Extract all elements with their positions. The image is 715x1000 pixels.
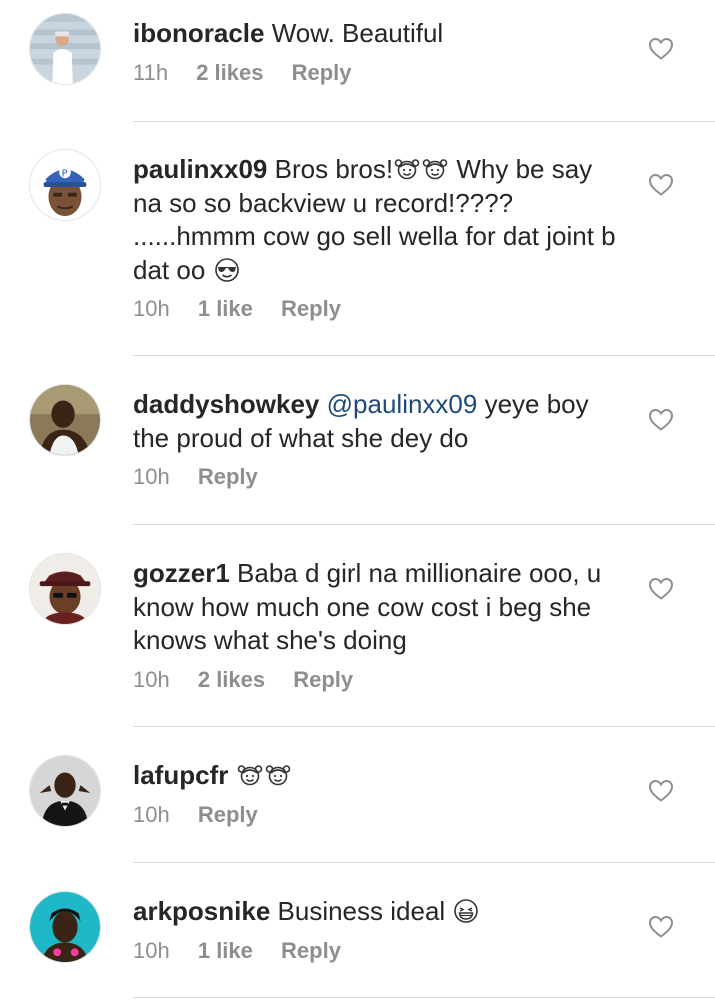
sunglasses-emoji-icon	[214, 257, 240, 283]
heart-outline-icon[interactable]	[648, 173, 674, 197]
timestamp: 10h	[133, 937, 170, 963]
divider	[133, 997, 715, 998]
username[interactable]: paulinxx09	[133, 154, 267, 184]
comment-text: gozzer1 Baba d girl na millionaire ooo, …	[133, 558, 602, 655]
comment-meta: 10h 1 like Reply	[133, 937, 623, 965]
timestamp: 10h	[133, 296, 170, 321]
comment-text: daddyshowkey @paulinxx09 yeye boy the pr…	[133, 389, 589, 453]
girl-emoji-icon	[394, 156, 420, 182]
reply-button[interactable]: Reply	[293, 667, 353, 692]
heart-outline-icon[interactable]	[648, 779, 674, 803]
avatar[interactable]	[29, 755, 101, 827]
username[interactable]: lafupcfr	[133, 760, 228, 790]
username[interactable]: gozzer1	[133, 558, 230, 588]
comment-text: ibonoracle Wow. Beautiful	[133, 18, 444, 48]
avatar[interactable]	[29, 553, 101, 625]
divider	[133, 726, 715, 727]
likes-count[interactable]: 2 likes	[198, 667, 265, 692]
likes-count[interactable]: 1 like	[198, 938, 253, 963]
comment-meta: 11h 2 likes Reply	[133, 59, 623, 87]
reply-button[interactable]: Reply	[198, 464, 258, 489]
reply-button[interactable]: Reply	[281, 296, 341, 321]
svg-text:P: P	[62, 168, 68, 179]
grinning-emoji-icon	[453, 898, 479, 924]
username[interactable]: ibonoracle	[133, 18, 264, 48]
divider	[133, 121, 715, 122]
divider	[133, 862, 715, 863]
comment-text: arkposnike Business ideal	[133, 895, 623, 929]
avatar[interactable]	[29, 384, 101, 456]
divider	[133, 524, 715, 525]
comment-meta: 10h 2 likes Reply	[133, 666, 623, 694]
avatar[interactable]	[29, 891, 101, 963]
girl-emoji-icon	[265, 762, 291, 788]
timestamp: 10h	[133, 801, 170, 827]
heart-outline-icon[interactable]	[648, 915, 674, 939]
timestamp: 10h	[133, 464, 170, 489]
comment-meta: 10h Reply	[133, 463, 623, 491]
comment-text: paulinxx09 Bros bros! Why be say na so s…	[133, 154, 616, 285]
username[interactable]: arkposnike	[133, 896, 270, 926]
divider	[133, 355, 715, 356]
reply-button[interactable]: Reply	[198, 802, 258, 827]
girl-emoji-icon	[237, 762, 263, 788]
avatar[interactable]: P	[29, 149, 101, 221]
reply-button[interactable]: Reply	[292, 60, 352, 85]
heart-outline-icon[interactable]	[648, 408, 674, 432]
reply-button[interactable]: Reply	[281, 938, 341, 963]
avatar[interactable]	[29, 13, 101, 85]
comment-meta: 10h 1 like Reply	[133, 295, 623, 323]
likes-count[interactable]: 1 like	[198, 296, 253, 321]
mention-link[interactable]: @paulinxx09	[327, 389, 478, 419]
comment-text: lafupcfr	[133, 759, 623, 793]
timestamp: 10h	[133, 666, 170, 692]
username[interactable]: daddyshowkey	[133, 389, 319, 419]
comment-meta: 10h Reply	[133, 801, 623, 829]
heart-outline-icon[interactable]	[648, 37, 674, 61]
timestamp: 11h	[133, 59, 169, 85]
girl-emoji-icon	[422, 156, 448, 182]
likes-count[interactable]: 2 likes	[196, 60, 263, 85]
heart-outline-icon[interactable]	[648, 577, 674, 601]
